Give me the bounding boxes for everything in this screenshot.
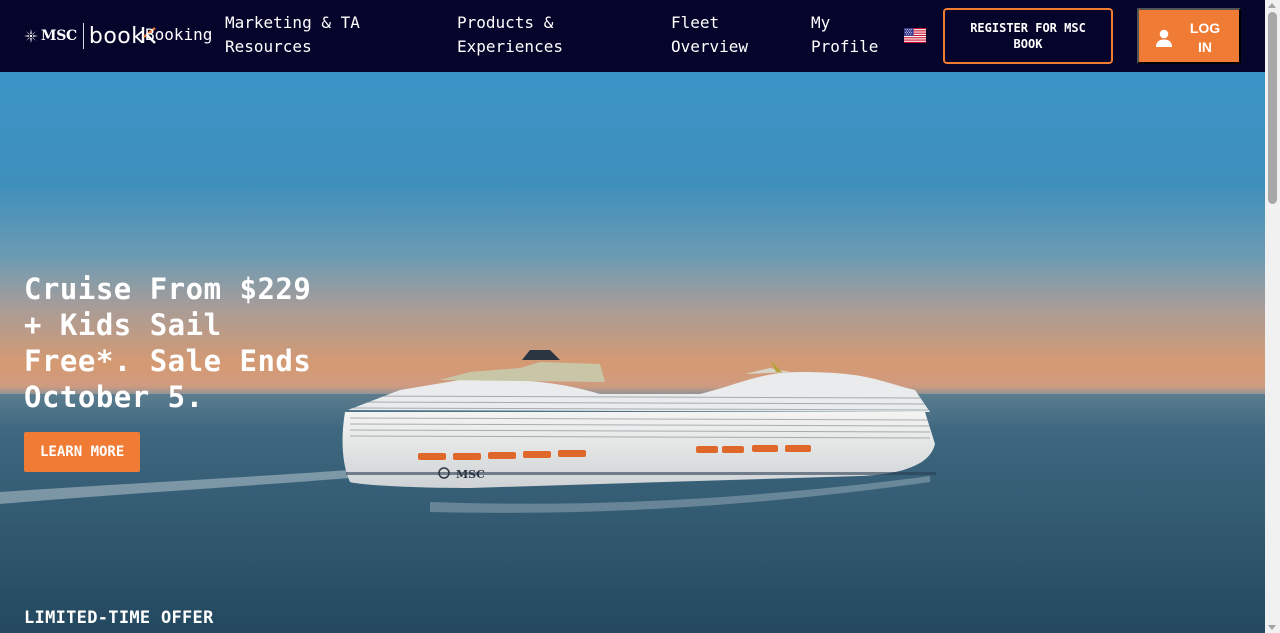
nav-products-experiences[interactable]: Products & Experiences xyxy=(457,11,577,59)
compass-rose-icon xyxy=(24,29,38,43)
msc-book-logo[interactable]: MSC book xyxy=(24,20,157,52)
scrollbar-thumb[interactable] xyxy=(1268,12,1277,204)
msc-logo-text: MSC xyxy=(41,28,77,44)
msc-logo: MSC xyxy=(24,28,77,44)
login-button[interactable]: LOG IN xyxy=(1137,8,1241,64)
ship-hull-logo: MSC xyxy=(456,468,485,481)
nav-marketing-ta-resources[interactable]: Marketing & TA Resources xyxy=(225,11,395,59)
scroll-down-arrow-icon[interactable] xyxy=(1268,625,1276,630)
hero-title: Cruise From $229 + Kids Sail Free*. Sale… xyxy=(24,272,312,414)
register-for-msc-book-button[interactable]: REGISTER FOR MSC BOOK xyxy=(943,8,1113,64)
scroll-up-arrow-icon[interactable] xyxy=(1268,3,1276,8)
us-flag-icon[interactable] xyxy=(904,28,926,43)
book-logo-text: book xyxy=(88,23,145,49)
login-label: LOG IN xyxy=(1189,20,1221,55)
learn-more-button[interactable]: LEARN MORE xyxy=(24,432,141,472)
page-scrollbar[interactable] xyxy=(1265,0,1280,633)
user-icon xyxy=(1156,29,1172,47)
nav-fleet-overview[interactable]: Fleet Overview xyxy=(671,11,761,59)
logo-divider xyxy=(82,23,84,49)
nav-my-profile[interactable]: My Profile xyxy=(811,11,883,59)
limited-time-offer-label: LIMITED-TIME OFFER xyxy=(24,608,214,628)
hero-banner: MSC Cruise From $229 + Kids Sail Free*. … xyxy=(0,72,1265,633)
site-header: MSC book Booking Marketing & TA Resource… xyxy=(0,0,1265,72)
nav-booking[interactable]: Booking xyxy=(145,23,212,47)
